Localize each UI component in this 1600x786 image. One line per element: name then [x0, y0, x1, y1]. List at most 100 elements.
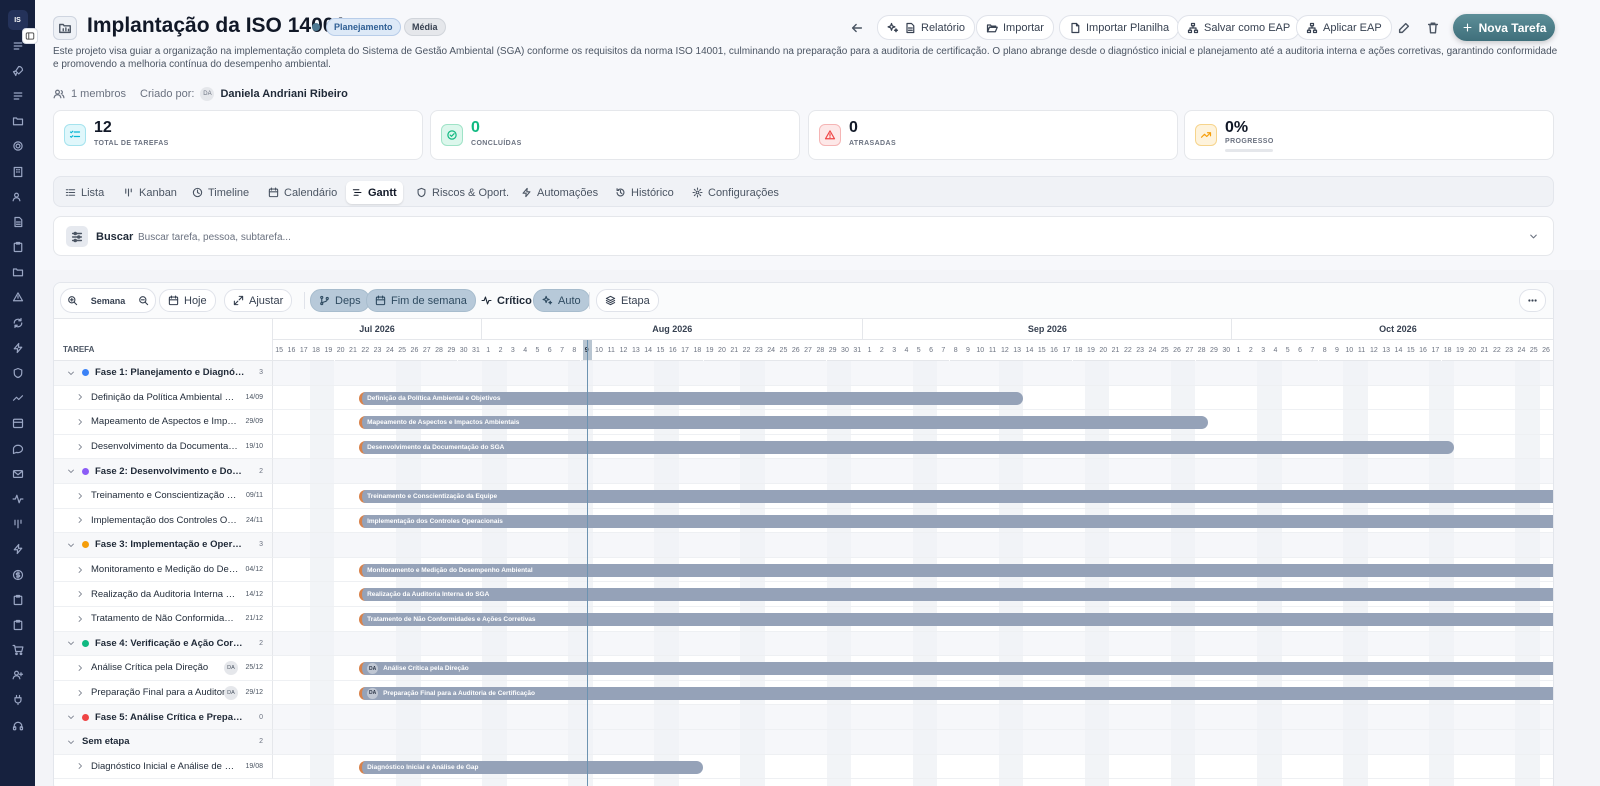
tab-historico[interactable]: Histórico — [609, 181, 680, 204]
task-bar[interactable]: DA Análise Crítica pela Direção — [359, 662, 1553, 676]
shield-icon[interactable] — [0, 360, 35, 385]
task-row[interactable]: Treinamento e Conscientização da Equipe 0… — [54, 484, 273, 509]
bolt-icon[interactable] — [0, 335, 35, 360]
tab-gantt[interactable]: Gantt — [346, 181, 403, 204]
dollar-icon[interactable] — [0, 562, 35, 587]
task-bar[interactable]: Realização da Auditoria Interna do SGA — [359, 588, 1553, 602]
chevron-right-icon[interactable] — [74, 492, 85, 500]
tab-kanban[interactable]: Kanban — [117, 181, 183, 204]
task-bar[interactable]: Desenvolvimento da Documentação do SGA — [359, 440, 1454, 454]
save-as-wbs-button[interactable]: Salvar como EAP — [1177, 15, 1301, 40]
task-row[interactable]: Mapeamento de Aspectos e Impactos Ambien… — [54, 410, 273, 435]
zoom-out-icon[interactable] — [138, 295, 149, 306]
import-spreadsheet-button[interactable]: Importar Planilha — [1059, 15, 1180, 40]
filter-sliders-icon[interactable] — [66, 226, 88, 247]
task-row[interactable]: Tratamento de Não Conformidades e Ações … — [54, 607, 273, 632]
chevron-down-icon[interactable] — [65, 639, 76, 647]
users-icon[interactable] — [0, 184, 35, 209]
tab-timeline[interactable]: Timeline — [186, 181, 255, 204]
group-by-stage-button[interactable]: Etapa — [596, 289, 659, 312]
zoom-in-icon[interactable] — [67, 295, 78, 306]
apply-wbs-button[interactable]: Aplicar EAP — [1296, 15, 1392, 40]
list-icon[interactable] — [0, 83, 35, 108]
critical-path-toggle[interactable]: Crítico — [472, 289, 541, 312]
target-icon[interactable] — [0, 134, 35, 159]
chevron-right-icon[interactable] — [74, 615, 85, 623]
task-bar[interactable]: Implementação dos Controles Operacionais — [359, 514, 1553, 528]
plug-icon[interactable] — [0, 688, 35, 713]
tab-automacoes[interactable]: Automações — [515, 181, 604, 204]
user-plus-icon[interactable] — [0, 663, 35, 688]
trash-icon[interactable] — [1424, 19, 1442, 37]
chevron-right-icon[interactable] — [74, 664, 85, 672]
chevron-right-icon[interactable] — [74, 516, 85, 524]
tab-riscos[interactable]: Riscos & Oport. — [410, 181, 515, 204]
members-count[interactable]: 1 membros — [71, 88, 126, 100]
refresh-icon[interactable] — [0, 310, 35, 335]
alert-icon[interactable] — [0, 285, 35, 310]
task-row[interactable]: Definição da Política Ambiental e Objeti… — [54, 385, 273, 411]
chevron-right-icon[interactable] — [74, 689, 85, 697]
chevron-right-icon[interactable] — [74, 393, 85, 401]
task-row[interactable]: Análise Crítica pela Direção 25/12 DA — [54, 656, 273, 681]
cart-icon[interactable] — [0, 638, 35, 663]
clipboard-icon[interactable] — [0, 587, 35, 612]
task-bar[interactable]: Monitoramento e Medição do Desempenho Am… — [359, 563, 1553, 577]
today-button[interactable]: Hoje — [159, 289, 216, 312]
new-task-button[interactable]: Nova Tarefa — [1453, 14, 1555, 41]
more-options-button[interactable] — [1519, 289, 1546, 312]
phase-row[interactable]: Fase 2: Desenvolvimento e Documentação 2 — [54, 459, 273, 484]
status-badge[interactable]: Planejamento — [326, 18, 401, 36]
phase-row[interactable]: Fase 3: Implementação e Operação 3 — [54, 533, 273, 558]
dependencies-toggle[interactable]: Deps — [310, 289, 370, 312]
auto-toggle[interactable]: Auto — [533, 289, 590, 312]
task-row[interactable]: Diagnóstico Inicial e Análise de Gap 19/0… — [54, 754, 273, 780]
chevron-right-icon[interactable] — [74, 762, 85, 770]
back-arrow-icon[interactable] — [848, 19, 866, 37]
chevron-right-icon[interactable] — [74, 590, 85, 598]
report-button[interactable]: Relatório — [877, 15, 976, 40]
stage-row[interactable]: Sem etapa 2 — [54, 730, 273, 755]
activity-icon[interactable] — [0, 486, 35, 511]
task-bar[interactable]: DA Preparação Final para a Auditoria de C… — [359, 686, 1553, 700]
collapse-sidebar-icon[interactable] — [22, 28, 38, 44]
chat-icon[interactable] — [0, 436, 35, 461]
chevron-down-icon[interactable] — [1528, 231, 1539, 242]
bolt-icon[interactable] — [0, 537, 35, 562]
chevron-down-icon[interactable] — [65, 369, 76, 377]
task-row[interactable]: Implementação dos Controles Operacionais… — [54, 508, 273, 534]
fit-button[interactable]: Ajustar — [224, 289, 293, 312]
clipboard-icon[interactable] — [0, 235, 35, 260]
workspace-logo[interactable]: IS — [7, 10, 28, 30]
tab-calendario[interactable]: Calendário — [262, 181, 343, 204]
folder-icon[interactable] — [0, 109, 35, 134]
chevron-down-icon[interactable] — [65, 738, 76, 746]
folder-icon[interactable] — [0, 260, 35, 285]
task-bar[interactable]: Treinamento e Conscientização da Equipe — [359, 490, 1553, 503]
task-bar[interactable]: Diagnóstico Inicial e Análise de Gap — [359, 760, 704, 774]
weekend-toggle[interactable]: Fim de semana — [366, 289, 476, 312]
task-row[interactable]: Preparação Final para a Auditoria de Cer… — [54, 680, 273, 706]
task-row[interactable]: Realização da Auditoria Interna do SGA 14… — [54, 582, 273, 607]
tab-lista[interactable]: Lista — [59, 181, 110, 204]
edit-icon[interactable] — [1395, 19, 1413, 37]
document-icon[interactable] — [0, 209, 35, 234]
chevron-down-icon[interactable] — [65, 541, 76, 549]
trend-icon[interactable] — [0, 386, 35, 411]
chevron-right-icon[interactable] — [74, 566, 85, 574]
task-row[interactable]: Desenvolvimento da Documentação do SGA 19… — [54, 434, 273, 460]
search-input[interactable] — [138, 227, 1498, 247]
task-bar[interactable]: Tratamento de Não Conformidades e Ações … — [359, 613, 1553, 626]
rocket-icon[interactable] — [0, 58, 35, 83]
clipboard-icon[interactable] — [0, 612, 35, 637]
chevron-down-icon[interactable] — [65, 713, 76, 721]
calendar-icon[interactable] — [0, 411, 35, 436]
phase-row[interactable]: Fase 5: Análise Crítica e Preparação Fin… — [54, 705, 273, 730]
priority-badge[interactable]: Média — [404, 18, 446, 36]
headset-icon[interactable] — [0, 713, 35, 738]
chevron-right-icon[interactable] — [74, 418, 85, 426]
chevron-right-icon[interactable] — [74, 443, 85, 451]
chevron-down-icon[interactable] — [65, 467, 76, 475]
mail-icon[interactable] — [0, 461, 35, 486]
phase-row[interactable]: Fase 4: Verificação e Ação Corretiva 2 — [54, 631, 273, 657]
